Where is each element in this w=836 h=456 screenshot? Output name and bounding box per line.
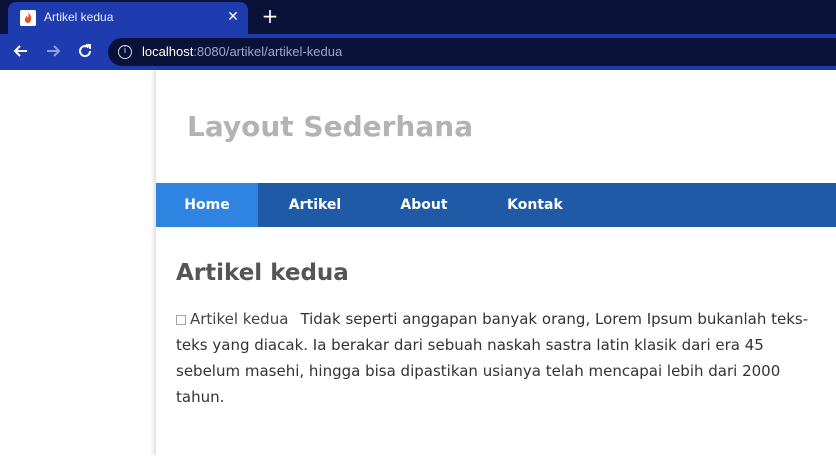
new-tab-button[interactable]: + <box>260 6 280 27</box>
close-tab-icon[interactable]: ✕ <box>224 8 242 26</box>
tab-title: Artikel kedua <box>44 10 114 24</box>
article-body: Artikel kedua Tidak seperti anggapan bany… <box>176 306 826 410</box>
favicon-icon <box>20 10 36 26</box>
browser-tab[interactable]: Artikel kedua ✕ <box>8 2 248 34</box>
article-title: Artikel kedua <box>176 260 349 286</box>
info-icon[interactable]: i <box>118 45 132 59</box>
site-title: Layout Sederhana <box>187 110 474 143</box>
nav-kontak[interactable]: Kontak <box>476 183 594 227</box>
nav-about[interactable]: About <box>372 183 476 227</box>
page-viewport: Layout Sederhana Home Artikel About Kont… <box>0 70 836 456</box>
broken-image-icon <box>176 315 186 325</box>
page-container: Layout Sederhana Home Artikel About Kont… <box>156 70 836 456</box>
url-host: localhost <box>142 44 194 59</box>
nav-artikel[interactable]: Artikel <box>258 183 372 227</box>
address-bar[interactable]: i localhost:8080/artikel/artikel-kedua <box>108 38 836 66</box>
url-text[interactable]: localhost:8080/artikel/artikel-kedua <box>142 44 342 59</box>
nav-home[interactable]: Home <box>156 183 258 227</box>
article-image: Artikel kedua <box>176 306 288 332</box>
reload-icon[interactable] <box>74 42 96 62</box>
browser-toolbar: i localhost:8080/artikel/artikel-kedua <box>0 34 836 70</box>
url-path: :8080/artikel/artikel-kedua <box>193 44 343 59</box>
article-image-alt: Artikel kedua <box>190 310 289 328</box>
forward-icon[interactable] <box>42 42 64 62</box>
back-icon[interactable] <box>10 42 32 62</box>
main-navbar: Home Artikel About Kontak <box>156 183 836 227</box>
browser-tab-bar: Artikel kedua ✕ + <box>0 0 836 34</box>
